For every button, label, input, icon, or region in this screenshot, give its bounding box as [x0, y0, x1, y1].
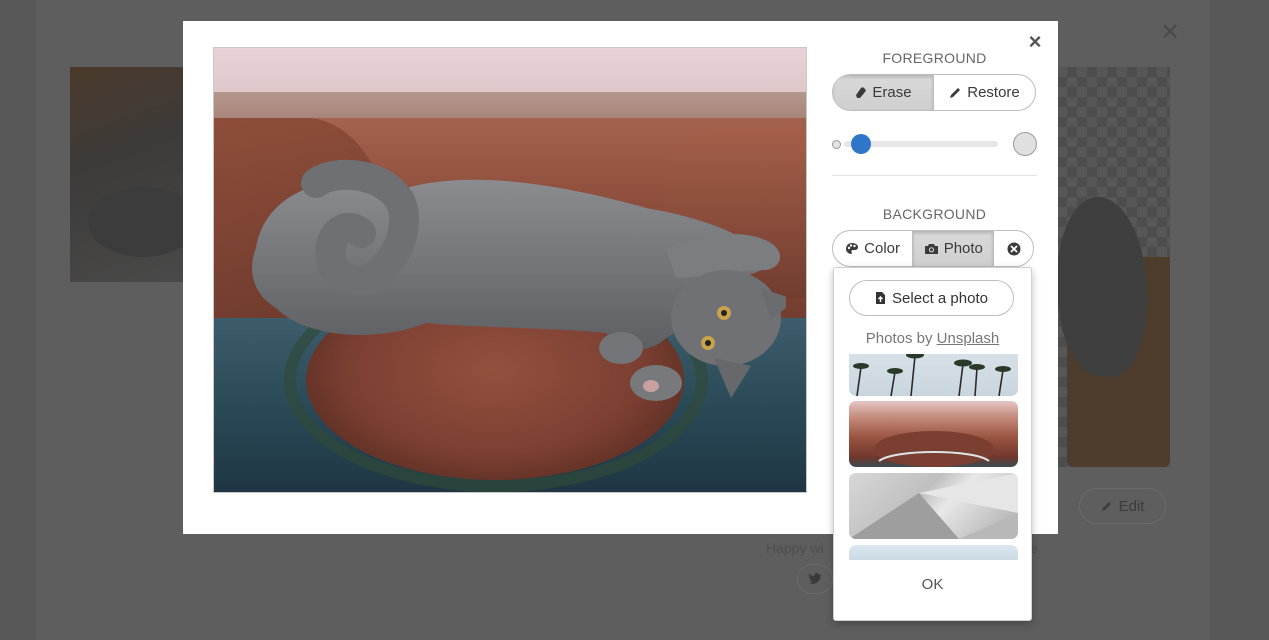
eraser-icon	[854, 86, 867, 99]
photo-thumbnail-sky[interactable]	[849, 545, 1018, 560]
unsplash-link[interactable]: Unsplash	[937, 330, 1000, 347]
photo-thumbnail-canyon[interactable]	[849, 401, 1018, 467]
photo-tab-label: Photo	[943, 240, 983, 257]
slider-thumb[interactable]	[850, 134, 871, 154]
brush-size-slider[interactable]	[832, 129, 1037, 159]
photos-by-text: Photos by	[865, 330, 937, 347]
erase-button[interactable]: Erase	[833, 75, 934, 110]
tab-photo[interactable]: Photo	[913, 231, 995, 266]
select-photo-label: Select a photo	[892, 289, 988, 307]
clear-background-button[interactable]	[994, 231, 1033, 266]
select-photo-button[interactable]: Select a photo	[849, 280, 1014, 316]
background-close-icon: ✕	[1160, 19, 1181, 46]
photo-thumbnail-palm-trees[interactable]	[849, 354, 1018, 396]
pencil-icon	[949, 86, 962, 99]
cat-foreground	[252, 159, 786, 401]
erase-label: Erase	[872, 84, 912, 101]
background-edit-label: Edit	[1118, 497, 1145, 515]
pencil-icon	[1101, 500, 1113, 512]
restore-button[interactable]: Restore	[934, 75, 1035, 110]
foreground-tool-toggle: Erase Restore	[832, 74, 1036, 111]
photos-credit: Photos by Unsplash	[834, 330, 1031, 347]
file-upload-icon	[875, 291, 886, 305]
ok-button[interactable]: OK	[834, 576, 1031, 593]
background-photo-right	[1057, 67, 1170, 467]
foreground-title: FOREGROUND	[882, 50, 987, 66]
background-cat-shape	[88, 187, 198, 257]
restore-label: Restore	[967, 84, 1020, 101]
photo-picker-dropdown: Select a photo Photos by Unsplash OK	[833, 267, 1032, 621]
image-preview[interactable]	[213, 47, 807, 493]
background-mode-toggle: Color Photo	[832, 230, 1034, 267]
palette-icon	[845, 242, 859, 255]
color-tab-label: Color	[864, 240, 901, 257]
brush-size-min-indicator	[832, 140, 841, 149]
background-photo-left	[70, 67, 198, 282]
background-title: BACKGROUND	[882, 206, 987, 222]
background-edit-button: Edit	[1079, 488, 1166, 524]
camera-icon	[924, 243, 939, 255]
photo-thumbnail-list[interactable]	[849, 354, 1018, 560]
background-cat-shape	[1057, 197, 1147, 377]
brush-size-max-indicator	[1013, 132, 1037, 156]
tab-color[interactable]: Color	[833, 231, 914, 266]
background-happy-text: Happy wi	[766, 540, 824, 556]
background-twitter-button	[797, 564, 833, 594]
photo-thumbnail-abstract-gray[interactable]	[849, 473, 1018, 539]
section-divider	[832, 175, 1037, 176]
twitter-icon	[808, 572, 822, 587]
close-circle-icon	[1007, 242, 1021, 256]
